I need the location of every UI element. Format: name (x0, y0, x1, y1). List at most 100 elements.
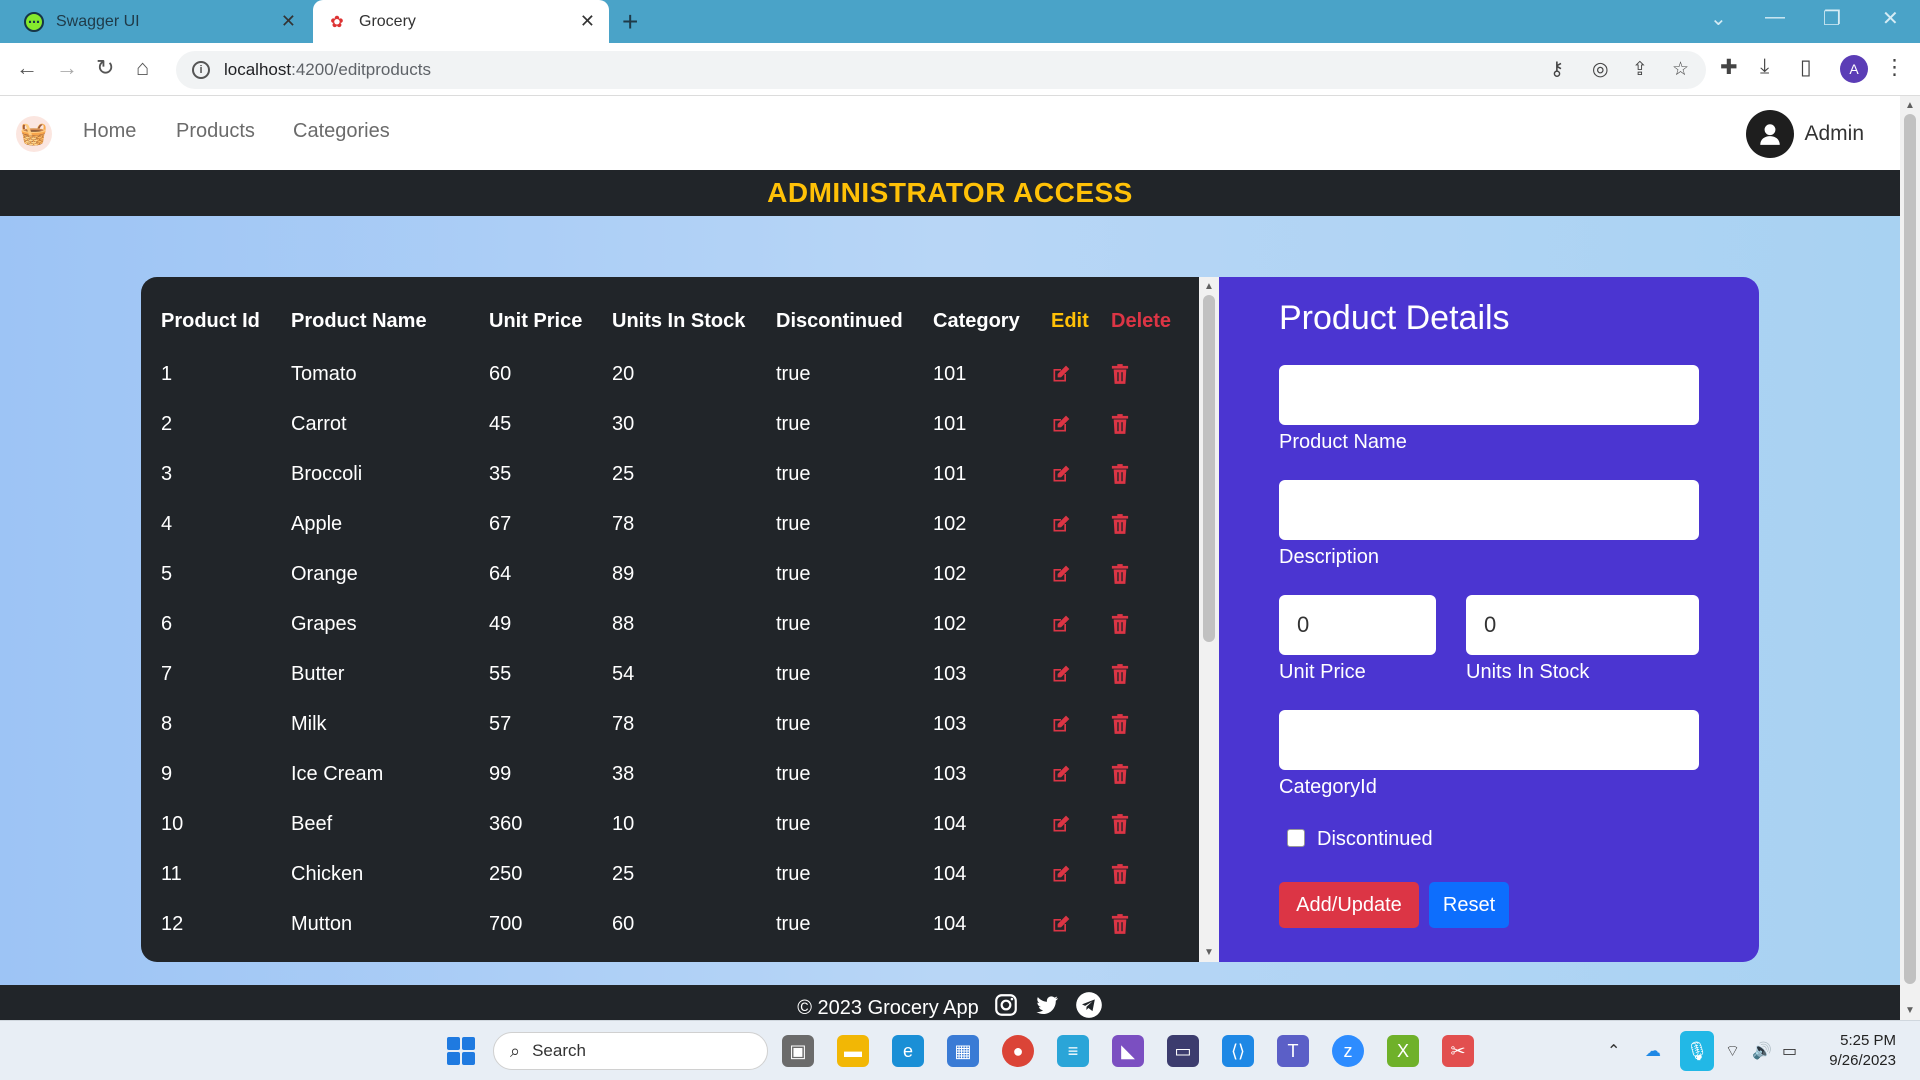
table-scroll-thumb[interactable] (1203, 295, 1215, 642)
trash-icon[interactable] (1111, 463, 1129, 486)
file-explorer-icon[interactable]: ▬ (837, 1035, 869, 1067)
add-update-button[interactable]: Add/Update (1279, 882, 1419, 928)
windows-start-icon[interactable] (447, 1037, 475, 1065)
terminal-icon[interactable]: ▭ (1167, 1035, 1199, 1067)
nav-categories[interactable]: Categories (293, 120, 390, 143)
cell-units-in-stock: 25 (612, 862, 635, 885)
home-icon[interactable]: ⌂ (136, 55, 149, 81)
tab-search-icon[interactable]: ⌄ (1710, 6, 1727, 31)
edit-icon[interactable] (1051, 513, 1071, 536)
tab-close-icon[interactable]: ✕ (580, 11, 595, 32)
wifi-icon[interactable]: ⌔ (1725, 1041, 1740, 1061)
minimize-icon[interactable]: — (1765, 6, 1785, 29)
key-icon[interactable]: ⚷ (1550, 58, 1564, 81)
battery-icon[interactable]: ▭ (1782, 1041, 1797, 1061)
tray-overflow-icon[interactable]: ⌃ (1607, 1041, 1620, 1061)
table-scrollbar[interactable]: ▲ ▼ (1199, 277, 1219, 962)
vscode-icon[interactable]: ⟨⟩ (1222, 1035, 1254, 1067)
product-name-label: Product Name (1279, 431, 1407, 453)
trash-icon[interactable] (1111, 413, 1129, 436)
delete-cell (1111, 899, 1199, 949)
tab-grocery[interactable]: ✿ Grocery ✕ (313, 0, 609, 43)
cell-unit-price: 700 (489, 912, 523, 935)
extensions-icon[interactable]: ✚ (1720, 55, 1738, 80)
edit-icon[interactable] (1051, 813, 1071, 836)
visual-studio-icon[interactable]: ◣ (1112, 1035, 1144, 1067)
edit-icon[interactable] (1051, 463, 1071, 486)
trash-icon[interactable] (1111, 613, 1129, 636)
site-info-icon[interactable]: i (192, 61, 210, 79)
menu-kebab-icon[interactable]: ⋮ (1884, 55, 1905, 80)
discontinued-label: Discontinued (1317, 828, 1433, 850)
trash-icon[interactable] (1111, 863, 1129, 886)
edit-icon[interactable] (1051, 563, 1071, 586)
table-row: 1 Tomato 60 20 true 101 (141, 349, 1199, 399)
url-field[interactable]: i localhost:4200/editproducts (176, 51, 1706, 89)
edit-icon[interactable] (1051, 613, 1071, 636)
page-scrollbar[interactable]: ▲ ▼ (1900, 96, 1920, 1020)
new-tab-icon[interactable]: + (622, 6, 638, 38)
edit-icon[interactable] (1051, 913, 1071, 936)
edit-icon[interactable] (1051, 363, 1071, 386)
app-logo[interactable]: 🧺 (16, 116, 52, 152)
chrome-icon[interactable]: ● (1002, 1035, 1034, 1067)
trash-icon[interactable] (1111, 513, 1129, 536)
forward-icon[interactable]: → (56, 55, 78, 81)
edit-icon[interactable] (1051, 863, 1071, 886)
bookmark-star-icon[interactable]: ☆ (1672, 58, 1689, 81)
user-menu[interactable]: Admin (1746, 110, 1864, 158)
trash-icon[interactable] (1111, 563, 1129, 586)
volume-icon[interactable]: 🔊 (1752, 1041, 1772, 1061)
cell-product-name: Ice Cream (291, 762, 384, 785)
excel-icon[interactable]: X (1387, 1035, 1419, 1067)
scroll-down-icon[interactable]: ▼ (1204, 947, 1214, 958)
restore-icon[interactable]: ❐ (1823, 6, 1841, 31)
onedrive-icon[interactable]: ☁ (1645, 1041, 1661, 1061)
eye-off-icon[interactable]: ◎ (1592, 58, 1609, 81)
page-scroll-thumb[interactable] (1904, 114, 1916, 984)
discontinued-checkbox[interactable] (1287, 829, 1305, 847)
trash-icon[interactable] (1111, 913, 1129, 936)
trash-icon[interactable] (1111, 663, 1129, 686)
teams-icon[interactable]: T (1277, 1035, 1309, 1067)
edge-icon[interactable]: e (892, 1035, 924, 1067)
cell-category: 101 (933, 362, 967, 385)
profile-avatar[interactable]: A (1840, 55, 1868, 83)
taskbar-search[interactable]: ⌕ Search (493, 1032, 768, 1070)
side-panel-icon[interactable]: ▯ (1800, 55, 1812, 80)
tab-close-icon[interactable]: ✕ (281, 11, 296, 32)
page-scroll-up-icon[interactable]: ▲ (1905, 100, 1915, 111)
edit-icon[interactable] (1051, 763, 1071, 786)
system-clock[interactable]: 5:25 PM 9/26/2023 (1829, 1031, 1896, 1071)
edit-icon[interactable] (1051, 413, 1071, 436)
reload-icon[interactable]: ↻ (96, 55, 114, 81)
store-icon[interactable]: ▦ (947, 1035, 979, 1067)
reset-button[interactable]: Reset (1429, 882, 1509, 928)
category-id-input[interactable] (1279, 710, 1699, 770)
trash-icon[interactable] (1111, 713, 1129, 736)
nav-products[interactable]: Products (176, 120, 255, 143)
cell-units-in-stock: 25 (612, 462, 635, 485)
edit-icon[interactable] (1051, 663, 1071, 686)
trash-icon[interactable] (1111, 813, 1129, 836)
share-icon[interactable]: ⇪ (1632, 58, 1648, 81)
trash-icon[interactable] (1111, 763, 1129, 786)
download-icon[interactable]: ⤓ (1760, 55, 1769, 79)
scroll-up-icon[interactable]: ▲ (1204, 281, 1214, 292)
trash-icon[interactable] (1111, 363, 1129, 386)
page-scroll-down-icon[interactable]: ▼ (1905, 1005, 1915, 1016)
unit-price-input[interactable] (1279, 595, 1436, 655)
edit-icon[interactable] (1051, 713, 1071, 736)
zoom-icon[interactable]: z (1332, 1035, 1364, 1067)
units-in-stock-input[interactable] (1466, 595, 1699, 655)
task-view-icon[interactable]: ▣ (782, 1035, 814, 1067)
nav-home[interactable]: Home (83, 120, 136, 143)
microphone-icon[interactable]: 🎙 (1680, 1031, 1714, 1071)
tab-swagger-ui[interactable]: ⋯ Swagger UI ✕ (10, 0, 310, 43)
notepad-icon[interactable]: ≡ (1057, 1035, 1089, 1067)
back-icon[interactable]: ← (16, 55, 38, 81)
product-name-input[interactable] (1279, 365, 1699, 425)
description-input[interactable] (1279, 480, 1699, 540)
snipping-tool-icon[interactable]: ✂ (1442, 1035, 1474, 1067)
window-close-icon[interactable]: ✕ (1882, 6, 1899, 31)
